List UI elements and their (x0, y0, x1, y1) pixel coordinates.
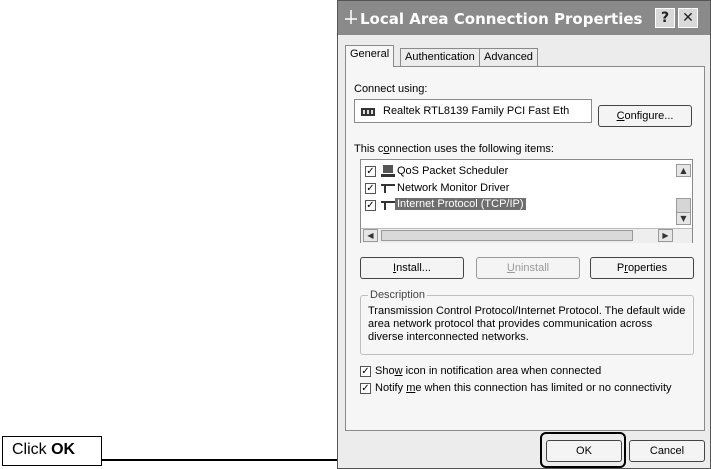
callout-emphasis: OK (51, 441, 76, 458)
ok-highlight-frame (540, 432, 626, 468)
horizontal-scroll-thumb[interactable] (381, 230, 633, 241)
network-protocol-icon (381, 184, 395, 193)
show-icon-label[interactable]: Show icon in notification area when conn… (375, 365, 601, 377)
scroll-up-icon[interactable]: ▲ (676, 164, 691, 177)
description-title: Description (368, 289, 428, 301)
general-tab-panel: Connect using: Realtek RTL8139 Family PC… (345, 66, 705, 431)
item-checkbox-qos[interactable]: ✓ (365, 166, 376, 177)
network-adapter-icon (361, 108, 375, 116)
tab-general[interactable]: General (345, 45, 395, 67)
horizontal-scrollbar[interactable]: ◀ ▶ (361, 228, 692, 243)
properties-button[interactable]: Properties (590, 257, 694, 279)
list-item-netmon[interactable]: Network Monitor Driver (397, 182, 509, 194)
scroll-down-icon[interactable]: ▼ (676, 212, 691, 225)
items-list: ✓ QoS Packet Scheduler ✓ Network Monitor… (360, 159, 693, 243)
show-icon-checkbox[interactable]: ✓ (360, 366, 371, 377)
notify-label[interactable]: Notify me when this connection has limit… (375, 382, 672, 394)
install-button[interactable]: Install... (360, 257, 464, 279)
network-connection-icon (345, 10, 357, 24)
title-bar: Local Area Connection Properties ? ✕ (338, 1, 710, 35)
list-item-tcpip[interactable]: Internet Protocol (TCP/IP) (395, 198, 526, 210)
uninstall-button[interactable]: Uninstall (476, 257, 580, 279)
scroll-left-icon[interactable]: ◀ (363, 229, 378, 242)
close-button[interactable]: ✕ (678, 8, 698, 28)
dialog-title: Local Area Connection Properties (360, 10, 643, 28)
network-protocol-icon (381, 201, 395, 210)
description-text: Transmission Control Protocol/Internet P… (368, 305, 686, 343)
tab-advanced[interactable]: Advanced (479, 48, 538, 66)
connect-using-label: Connect using: (354, 83, 428, 95)
tab-authentication[interactable]: Authentication (400, 48, 480, 66)
scheduler-icon (381, 165, 395, 177)
callout-label: Click OK (12, 441, 76, 458)
adapter-name: Realtek RTL8139 Family PCI Fast Eth (383, 105, 570, 117)
cancel-button[interactable]: Cancel (629, 440, 705, 462)
notify-checkbox[interactable]: ✓ (360, 383, 371, 394)
configure-button[interactable]: Configure... (598, 105, 692, 127)
properties-dialog: Local Area Connection Properties ? ✕ Gen… (337, 0, 711, 469)
item-checkbox-tcpip[interactable]: ✓ (365, 200, 376, 211)
items-label: This connection uses the following items… (354, 143, 554, 155)
help-button[interactable]: ? (655, 8, 675, 28)
item-checkbox-netmon[interactable]: ✓ (365, 183, 376, 194)
adapter-field: Realtek RTL8139 Family PCI Fast Eth (354, 99, 592, 123)
list-item-qos[interactable]: QoS Packet Scheduler (397, 165, 508, 177)
scroll-right-icon[interactable]: ▶ (658, 229, 673, 242)
